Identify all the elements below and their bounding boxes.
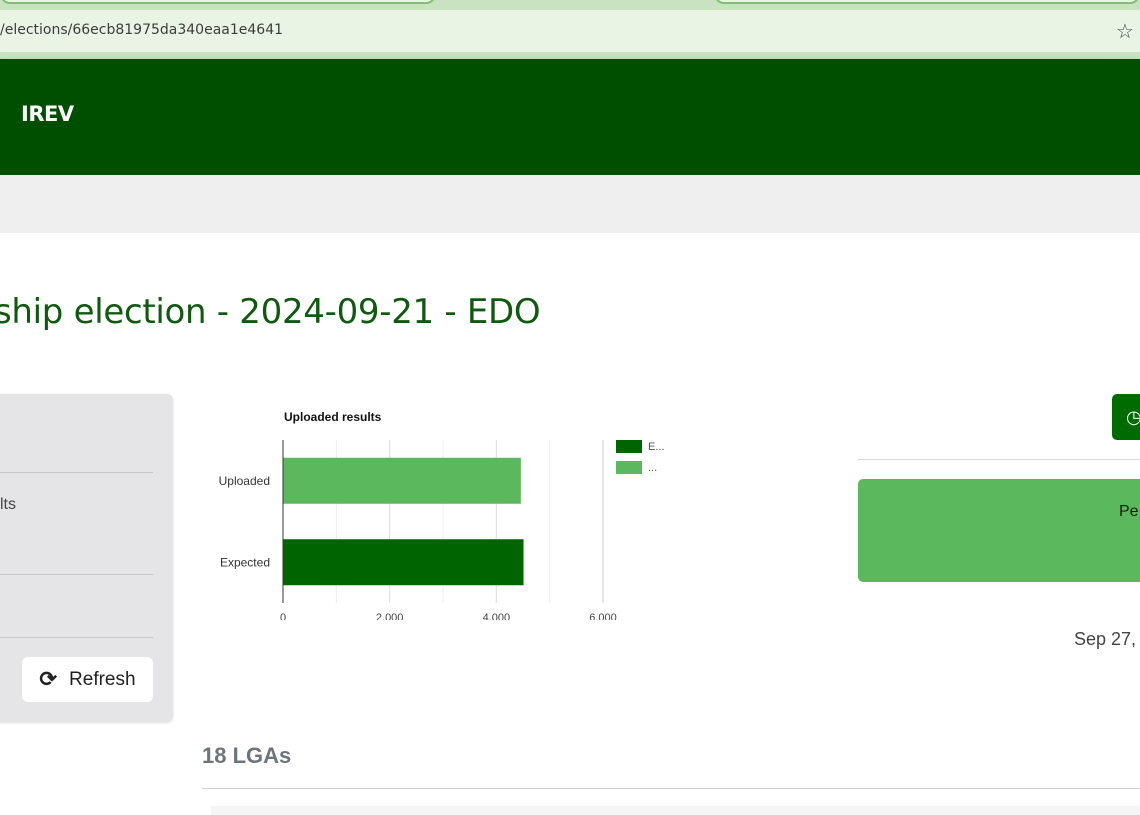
clock-button[interactable]: ◷ — [1112, 394, 1140, 440]
section-divider — [858, 459, 1140, 460]
clock-icon: ◷ — [1126, 406, 1140, 427]
lga-count-heading: 18 LGAs — [202, 743, 292, 768]
status-text: Pe — [1119, 503, 1139, 520]
panel-divider — [0, 637, 153, 638]
app-header: IREV — [0, 59, 1140, 175]
panel-divider — [0, 472, 153, 473]
uploaded-results-chart: Uploaded results 0 2,000 4,000 6,000 Uploade… — [200, 400, 680, 620]
brand-logo[interactable]: IREV — [21, 102, 74, 126]
legend-item[interactable]: E... — [616, 440, 665, 453]
star-icon[interactable]: ☆ — [1116, 19, 1134, 44]
browser-tab[interactable] — [714, 0, 1140, 4]
browser-tab[interactable] — [0, 0, 436, 4]
last-updated-date: Sep 27, — [1074, 629, 1137, 649]
panel-divider — [0, 574, 153, 575]
refresh-label: Refresh — [69, 668, 136, 690]
legend-swatch — [616, 461, 642, 474]
chart-x-tick-label: 4,000 — [483, 612, 511, 620]
status-card: Pe — [858, 479, 1140, 582]
legend-item[interactable]: ... — [616, 461, 657, 474]
chart-x-tick-label: 2,000 — [376, 612, 404, 620]
page-title: ship election - 2024-09-21 - EDO — [0, 292, 541, 332]
section-divider — [202, 788, 1140, 789]
refresh-icon: ⟳ — [39, 668, 58, 691]
chart-x-tick-label: 6,000 — [589, 612, 617, 620]
chart-bar — [283, 539, 524, 586]
chart-category-label: Uploaded — [219, 474, 270, 488]
chart-category-label: Expected — [220, 555, 270, 569]
url-text[interactable]: /elections/66ecb81975da340eaa1e4641 — [0, 22, 283, 38]
chart-x-tick-label: 0 — [280, 612, 286, 620]
legend-label: ... — [648, 461, 658, 474]
chart-plot: 0 2,000 4,000 6,000 Uploaded Expected — [219, 440, 617, 620]
election-summary-panel: lts ⟳ Refresh — [0, 394, 173, 722]
legend-label: E... — [648, 440, 665, 453]
lga-table — [211, 806, 1140, 815]
browser-tab-strip — [0, 0, 1140, 10]
chart-bar — [283, 457, 521, 504]
chrome-divider — [0, 52, 1140, 59]
breadcrumb-bar — [0, 175, 1140, 233]
legend-swatch — [616, 440, 642, 453]
address-bar[interactable]: /elections/66ecb81975da340eaa1e4641 ☆ — [0, 10, 1140, 52]
panel-label-results: lts — [0, 496, 16, 513]
refresh-button[interactable]: ⟳ Refresh — [22, 657, 153, 702]
